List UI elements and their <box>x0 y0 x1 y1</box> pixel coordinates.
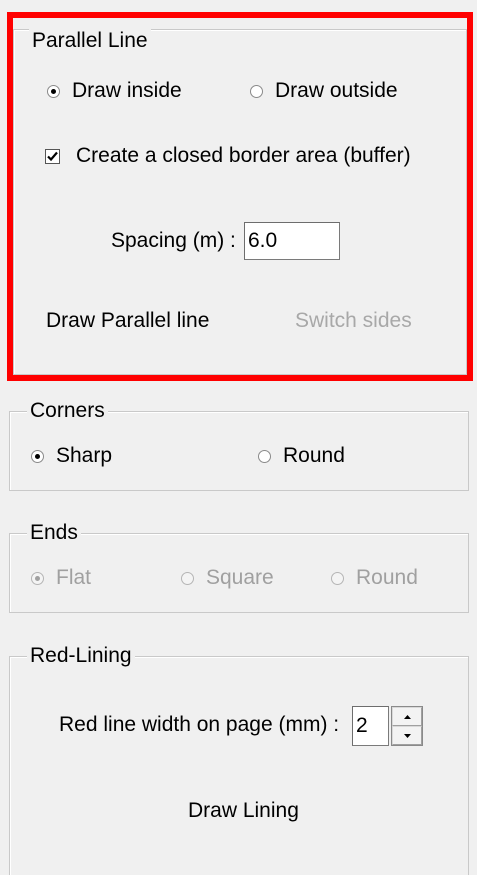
closed-border-checkbox[interactable]: Create a closed border area (buffer) <box>45 143 411 169</box>
corners-round-radio-indicator <box>258 449 271 463</box>
switch-sides-button[interactable]: Switch sides <box>295 308 412 334</box>
spacing-input[interactable] <box>244 222 340 260</box>
corners-sharp-radio[interactable]: Sharp <box>31 443 112 469</box>
spinner-down-button[interactable] <box>392 726 422 745</box>
ends-flat-label: Flat <box>56 566 92 589</box>
ends-round-radio-indicator <box>331 571 344 585</box>
ends-round-radio[interactable]: Round <box>331 565 418 591</box>
corners-sharp-label: Sharp <box>56 444 113 467</box>
draw-parallel-line-button[interactable]: Draw Parallel line <box>46 308 209 334</box>
checkmark-icon <box>47 151 58 161</box>
ends-square-label: Square <box>206 566 274 589</box>
closed-border-checkbox-box <box>45 148 60 164</box>
draw-inside-radio-indicator <box>47 84 60 98</box>
corners-round-radio[interactable]: Round <box>258 443 345 469</box>
spinner-up-arrow-icon <box>403 714 411 719</box>
draw-inside-label: Draw inside <box>72 79 182 102</box>
red-line-width-spinner <box>391 706 423 746</box>
draw-outside-radio-indicator <box>250 84 263 98</box>
ends-flat-radio[interactable]: Flat <box>31 565 91 591</box>
red-lining-group <box>9 656 469 875</box>
corners-sharp-radio-indicator <box>31 449 44 463</box>
red-line-width-label: Red line width on page (mm) : <box>59 713 340 736</box>
spacing-label: Spacing (m) : <box>111 229 236 252</box>
red-line-width-input[interactable] <box>352 706 389 746</box>
red-lining-group-title: Red-Lining <box>27 643 135 669</box>
ends-flat-radio-indicator <box>31 571 44 585</box>
ends-square-radio[interactable]: Square <box>181 565 274 591</box>
ends-round-label: Round <box>356 566 418 589</box>
parallel-line-group-title: Parallel Line <box>29 28 151 54</box>
ends-square-radio-indicator <box>181 571 194 585</box>
ends-group-title: Ends <box>27 520 81 546</box>
spinner-up-button[interactable] <box>392 707 422 726</box>
draw-lining-button[interactable]: Draw Lining <box>188 798 299 824</box>
draw-outside-radio[interactable]: Draw outside <box>250 78 398 104</box>
draw-outside-label: Draw outside <box>275 79 398 102</box>
spinner-down-arrow-icon <box>403 733 411 738</box>
corners-group-title: Corners <box>27 398 108 424</box>
corners-round-label: Round <box>283 444 345 467</box>
closed-border-label: Create a closed border area (buffer) <box>76 144 411 167</box>
draw-inside-radio[interactable]: Draw inside <box>47 78 182 104</box>
